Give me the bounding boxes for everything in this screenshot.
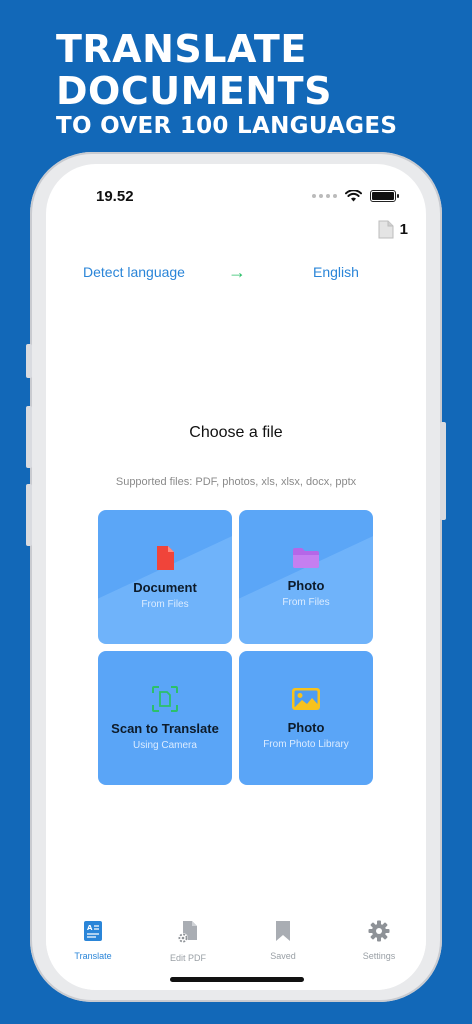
app-screen: 19.52 1 Detect language → English Choose… [46, 164, 426, 990]
file-source-grid: Document From Files Photo From Files Sca… [98, 510, 373, 785]
wifi-icon [345, 190, 362, 202]
card-title: Photo [287, 577, 325, 593]
mute-switch [26, 344, 32, 378]
document-counter[interactable]: 1 [378, 220, 408, 239]
scan-icon [152, 685, 178, 712]
promo-headline: TRANSLATE DOCUMENTS TO OVER 100 LANGUAGE… [56, 28, 397, 140]
volume-down-button [26, 484, 32, 546]
tab-label: Settings [362, 951, 396, 961]
document-count: 1 [399, 221, 408, 238]
card-subtitle: From Photo Library [263, 738, 349, 750]
gear-icon [368, 920, 390, 942]
tab-bar: A Translate Edit PDF Saved Settings [46, 910, 426, 990]
volume-up-button [26, 406, 32, 468]
headline-line-3: TO OVER 100 LANGUAGES [56, 113, 398, 139]
target-language-button[interactable]: English [313, 264, 359, 280]
document-icon [157, 545, 174, 570]
supported-files-text: Supported files: PDF, photos, xls, xlsx,… [115, 476, 357, 488]
headline-line-2: DOCUMENTS [56, 69, 332, 113]
folder-icon [293, 547, 319, 568]
language-selector: Detect language → English [46, 262, 426, 288]
choose-file-heading: Choose a file [189, 424, 283, 441]
arrow-right-icon[interactable]: → [228, 262, 246, 283]
tab-edit-pdf[interactable]: Edit PDF [153, 920, 223, 963]
card-subtitle: From Files [282, 596, 330, 608]
card-subtitle: From Files [141, 598, 189, 610]
home-indicator[interactable] [170, 977, 304, 982]
tab-label: Translate [74, 951, 112, 961]
tab-saved[interactable]: Saved [248, 920, 318, 961]
card-title: Photo [287, 719, 325, 735]
status-time: 19.52 [96, 188, 134, 205]
tab-translate[interactable]: A Translate [58, 920, 128, 961]
card-subtitle: Using Camera [133, 739, 197, 751]
photo-from-files-button[interactable]: Photo From Files [239, 510, 373, 644]
edit-pdf-icon [178, 921, 197, 943]
translate-icon: A [84, 921, 102, 941]
tab-label: Edit PDF [169, 953, 206, 963]
photo-from-library-button[interactable]: Photo From Photo Library [239, 651, 373, 785]
scan-to-translate-button[interactable]: Scan to Translate Using Camera [98, 651, 232, 785]
battery-icon [370, 190, 399, 202]
svg-text:A: A [87, 924, 93, 932]
source-language-button[interactable]: Detect language [83, 264, 185, 280]
power-button [440, 422, 446, 520]
card-title: Scan to Translate [111, 720, 219, 736]
tab-label: Saved [270, 951, 296, 961]
document-from-files-button[interactable]: Document From Files [98, 510, 232, 644]
file-icon [378, 220, 394, 239]
tab-settings[interactable]: Settings [344, 920, 414, 961]
phone-frame: 19.52 1 Detect language → English Choose… [26, 152, 446, 1002]
signal-icon [312, 194, 337, 198]
status-icons [312, 190, 399, 202]
headline-line-1: TRANSLATE [56, 27, 307, 71]
card-title: Document [133, 579, 197, 595]
image-icon [292, 687, 320, 710]
bookmark-icon [276, 921, 290, 941]
